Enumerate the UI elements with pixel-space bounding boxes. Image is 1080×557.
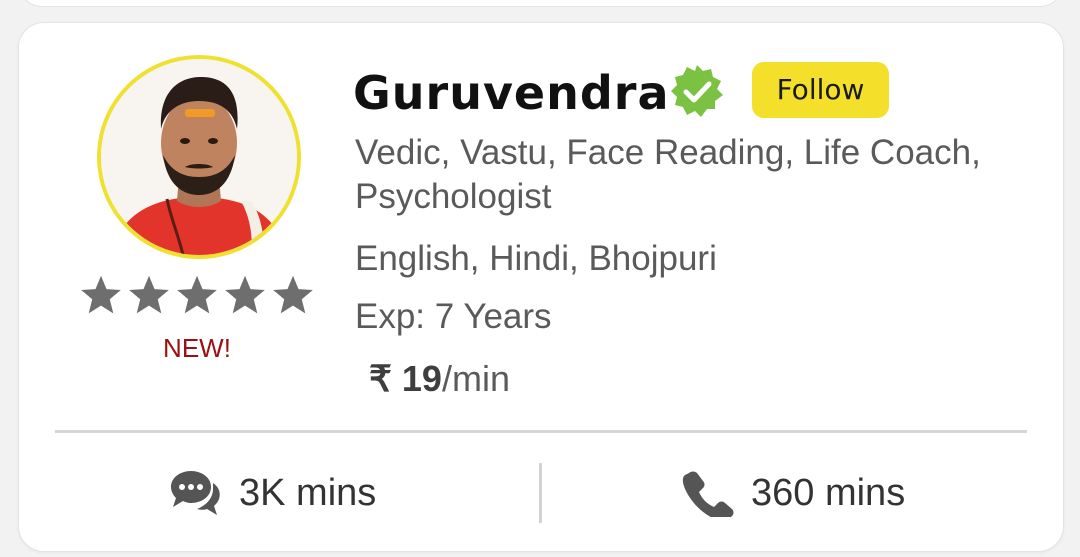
price-amount: ₹ 19 [369, 358, 442, 399]
star-icon [273, 275, 313, 314]
star-icon [129, 275, 169, 314]
price-unit: /min [441, 358, 510, 399]
follow-button[interactable]: Follow [752, 62, 889, 118]
skills-text: Vedic, Vastu, Face Reading, Life Coach, … [355, 133, 981, 216]
chat-bubbles-icon [171, 471, 220, 515]
phone-icon [682, 471, 734, 517]
chat-stat: 3K mins [167, 469, 376, 517]
experience-text: Exp: 7 Years [355, 297, 552, 336]
languages-text: English, Hindi, Bhojpuri [355, 239, 717, 278]
vertical-divider [539, 463, 542, 523]
avatar-photo [101, 59, 297, 255]
previous-card-edge [18, 0, 1064, 7]
call-stat: 360 mins [679, 469, 905, 517]
price: ₹ 19/min [369, 357, 510, 401]
horizontal-divider [55, 430, 1027, 433]
star-icon [225, 275, 265, 314]
call-minutes: 360 mins [751, 471, 906, 514]
new-badge: NEW! [163, 333, 231, 363]
verified-badge-icon [671, 65, 723, 117]
rating-stars [79, 273, 315, 319]
star-icon [177, 275, 217, 314]
astrologer-name: Guruvendra [353, 66, 670, 120]
avatar[interactable] [97, 55, 301, 259]
chat-minutes: 3K mins [239, 471, 377, 514]
star-icon [81, 275, 121, 314]
astrologer-card[interactable]: NEW! Guruvendra Follow Vedic, Vastu, Fac… [18, 22, 1064, 552]
